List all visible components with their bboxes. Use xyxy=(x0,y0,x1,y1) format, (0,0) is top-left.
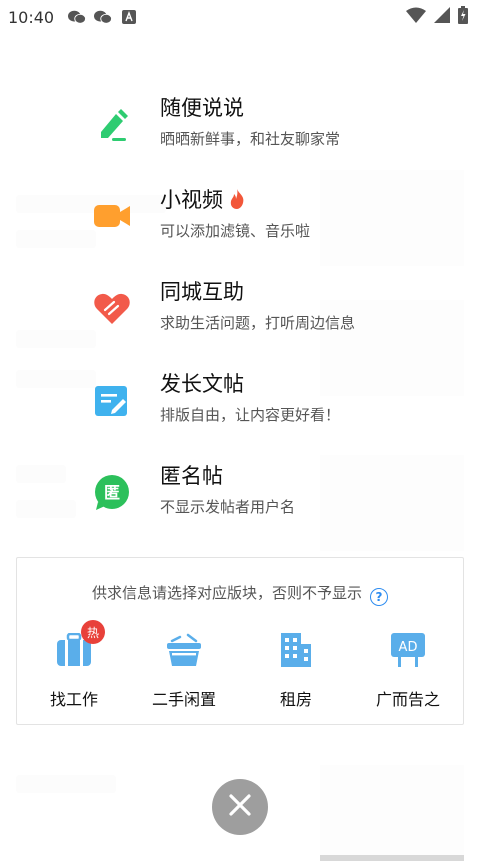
category-label: 找工作 xyxy=(49,690,98,709)
help-icon[interactable]: ? xyxy=(370,588,388,606)
category-label: 广而告之 xyxy=(375,690,440,709)
hot-badge: 热 xyxy=(81,620,105,644)
notification-a-icon xyxy=(120,9,138,25)
menu-item-subtitle: 可以添加滤镜、音乐啦 xyxy=(160,222,311,240)
category-notice-text: 供求信息请选择对应版块，否则不予显示 xyxy=(91,584,362,602)
menu-item-anonymous-post[interactable]: 匿 匿名帖 不显示发帖者用户名 xyxy=(0,456,480,536)
anonymous-icon-char: 匿 xyxy=(104,483,120,502)
menu-item-subtitle: 排版自由，让内容更好看！ xyxy=(160,406,341,424)
menu-item-title: 随便说说 xyxy=(160,96,244,120)
menu-item-title-text: 小视频 xyxy=(160,188,223,212)
pencil-icon xyxy=(92,104,132,144)
status-bar: 10:40 xyxy=(0,0,480,34)
basket-icon xyxy=(166,633,202,671)
menu-item-title: 发长文帖 xyxy=(160,372,244,396)
menu-item-casual-talk[interactable]: 随便说说 晒晒新鲜事，和社友聊家常 xyxy=(0,88,480,168)
category-notice: 供求信息请选择对应版块，否则不予显示? xyxy=(17,582,463,606)
signal-icon xyxy=(434,7,450,27)
heart-hands-icon xyxy=(92,288,132,328)
category-jobs[interactable]: 热 找工作 xyxy=(19,620,129,710)
menu-item-subtitle: 求助生活问题，打听周边信息 xyxy=(160,314,356,332)
anonymous-chat-icon: 匿 xyxy=(92,472,132,512)
ad-board-icon: AD xyxy=(390,632,426,672)
menu-item-title: 同城互助 xyxy=(160,280,244,304)
menu-item-long-article[interactable]: 发长文帖 排版自由，让内容更好看！ xyxy=(0,364,480,444)
menu-item-title: 匿名帖 xyxy=(160,464,223,488)
menu-item-subtitle: 晒晒新鲜事，和社友聊家常 xyxy=(160,130,341,148)
menu-item-short-video[interactable]: 小视频 可以添加滤镜、音乐啦 xyxy=(0,180,480,260)
menu-item-mutual-help[interactable]: 同城互助 求助生活问题，打听周边信息 xyxy=(0,272,480,352)
category-card: 供求信息请选择对应版块，否则不予显示? 热 找工作 二手闲置 租房 AD 广而告… xyxy=(16,557,464,725)
video-camera-icon xyxy=(92,196,132,236)
wechat-icon xyxy=(94,9,113,25)
wechat-icon xyxy=(68,9,87,25)
fire-icon xyxy=(229,189,245,214)
status-time: 10:40 xyxy=(8,7,55,27)
category-label: 二手闲置 xyxy=(151,690,216,709)
category-second-hand[interactable]: 二手闲置 xyxy=(129,630,239,710)
category-rent[interactable]: 租房 xyxy=(241,630,351,710)
battery-icon xyxy=(458,6,468,28)
category-ads[interactable]: AD 广而告之 xyxy=(353,630,463,710)
menu-item-title: 小视频 xyxy=(160,184,245,214)
wifi-icon xyxy=(406,7,426,27)
building-icon xyxy=(279,632,313,672)
article-edit-icon xyxy=(92,380,132,420)
close-button[interactable] xyxy=(212,779,268,835)
close-icon xyxy=(228,793,252,821)
menu-item-subtitle: 不显示发帖者用户名 xyxy=(160,498,296,516)
ad-icon-text: AD xyxy=(399,640,418,655)
category-label: 租房 xyxy=(279,690,312,709)
